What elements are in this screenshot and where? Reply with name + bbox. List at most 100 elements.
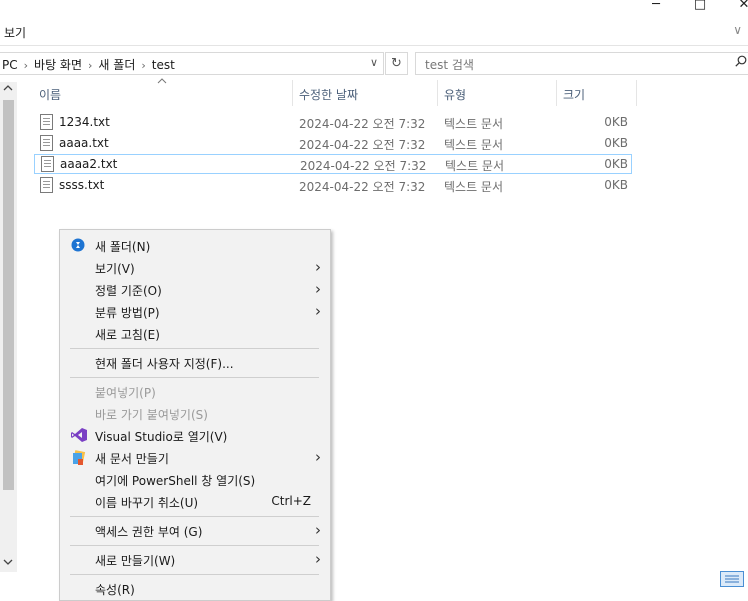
- breadcrumb-separator-icon[interactable]: ›: [88, 59, 92, 72]
- file-size: 0KB: [604, 136, 628, 150]
- file-modified: 2024-04-22 오전 7:32: [299, 180, 426, 194]
- column-divider[interactable]: [292, 80, 293, 106]
- text-file-icon: [40, 135, 53, 151]
- search-input[interactable]: test 검색: [415, 52, 748, 75]
- search-placeholder: test 검색: [425, 58, 474, 72]
- column-header-type[interactable]: 유형: [444, 86, 466, 103]
- menu-item-undo-rename[interactable]: 이름 바꾸기 취소(U) Ctrl+Z: [60, 490, 330, 512]
- column-header-size[interactable]: 크기: [563, 86, 585, 103]
- breadcrumb-pc[interactable]: PC: [2, 58, 18, 72]
- file-row[interactable]: 1234.txt 2024-04-22 오전 7:32 텍스트 문서 0KB: [34, 112, 632, 132]
- minimize-button[interactable]: ─: [649, 0, 663, 12]
- menu-item-open-powershell[interactable]: 여기에 PowerShell 창 열기(S): [60, 468, 330, 490]
- scroll-up-icon[interactable]: [3, 84, 13, 95]
- menu-label: 여기에 PowerShell 창 열기(S): [95, 474, 256, 488]
- new-document-icon: [71, 450, 86, 465]
- submenu-arrow-icon: ›: [315, 258, 321, 276]
- menu-divider: [70, 516, 319, 517]
- menu-item-give-access[interactable]: 액세스 권한 부여 (G) ›: [60, 519, 330, 541]
- menu-label: 붙여넣기(P): [95, 386, 156, 400]
- breadcrumb: PC › 바탕 화면 › 새 폴더 › test: [2, 56, 175, 73]
- file-type: 텍스트 문서: [445, 159, 505, 173]
- breadcrumb-new-folder[interactable]: 새 폴더: [98, 56, 135, 73]
- submenu-arrow-icon: ›: [315, 521, 321, 539]
- file-name: 1234.txt: [59, 115, 110, 129]
- text-file-icon: [41, 156, 54, 172]
- details-view-toggle-icon[interactable]: [720, 571, 744, 587]
- breadcrumb-separator-icon[interactable]: ›: [24, 59, 28, 72]
- maximize-button[interactable]: □: [693, 0, 707, 12]
- ribbon: 보기 ∨: [0, 18, 748, 46]
- file-name: aaaa2.txt: [60, 157, 118, 171]
- file-name: aaaa.txt: [59, 136, 109, 150]
- visual-studio-icon: [71, 428, 87, 442]
- submenu-arrow-icon: ›: [315, 302, 321, 320]
- file-size: 0KB: [604, 115, 628, 129]
- new-folder-icon: [71, 238, 85, 252]
- menu-item-customize-folder[interactable]: 현재 폴더 사용자 지정(F)...: [60, 351, 330, 373]
- breadcrumb-desktop[interactable]: 바탕 화면: [34, 56, 82, 73]
- menu-label: 새로 고침(E): [95, 328, 160, 342]
- file-type: 텍스트 문서: [444, 117, 504, 131]
- column-divider[interactable]: [556, 80, 557, 106]
- breadcrumb-test[interactable]: test: [152, 58, 175, 72]
- submenu-arrow-icon: ›: [315, 280, 321, 298]
- column-header-modified[interactable]: 수정한 날짜: [299, 86, 358, 103]
- menu-item-properties[interactable]: 속성(R): [60, 577, 330, 599]
- menu-label: 액세스 권한 부여 (G): [95, 525, 203, 539]
- column-header-name[interactable]: 이름: [39, 86, 61, 103]
- scrollbar-thumb[interactable]: [3, 100, 14, 490]
- file-type: 텍스트 문서: [444, 138, 504, 152]
- file-type: 텍스트 문서: [444, 180, 504, 194]
- close-button[interactable]: ✕: [737, 0, 748, 12]
- menu-divider: [70, 574, 319, 575]
- submenu-arrow-icon: ›: [315, 448, 321, 466]
- menu-shortcut: Ctrl+Z: [271, 494, 311, 508]
- refresh-icon[interactable]: ↻: [385, 52, 408, 75]
- menu-item-view[interactable]: 보기(V) ›: [60, 256, 330, 278]
- search-icon[interactable]: [735, 55, 747, 71]
- menu-label: 바로 가기 붙여넣기(S): [95, 408, 208, 422]
- address-dropdown-icon[interactable]: ∨: [370, 56, 378, 69]
- ribbon-tab-view[interactable]: 보기: [4, 24, 26, 41]
- menu-label: 새로 만들기(W): [95, 554, 176, 568]
- menu-divider: [70, 377, 319, 378]
- menu-label: 이름 바꾸기 취소(U): [95, 496, 199, 510]
- file-row[interactable]: ssss.txt 2024-04-22 오전 7:32 텍스트 문서 0KB: [34, 175, 632, 195]
- file-row-selected[interactable]: aaaa2.txt 2024-04-22 오전 7:32 텍스트 문서 0KB: [34, 154, 632, 174]
- breadcrumb-separator-icon[interactable]: ›: [141, 59, 145, 72]
- menu-label: 분류 방법(P): [95, 306, 160, 320]
- column-divider[interactable]: [437, 80, 438, 106]
- menu-item-group-by[interactable]: 분류 방법(P) ›: [60, 300, 330, 322]
- scroll-down-icon[interactable]: [3, 558, 13, 569]
- ribbon-expand-icon[interactable]: ∨: [733, 23, 742, 37]
- menu-label: 정렬 기준(O): [95, 284, 162, 298]
- menu-item-new-document[interactable]: 새 문서 만들기 ›: [60, 446, 330, 468]
- menu-item-paste: 붙여넣기(P): [60, 380, 330, 402]
- file-name: ssss.txt: [59, 178, 105, 192]
- context-menu: 새 폴더(N) 보기(V) › 정렬 기준(O) › 분류 방법(P) › 새로…: [59, 229, 331, 601]
- file-modified: 2024-04-22 오전 7:32: [299, 138, 426, 152]
- file-row[interactable]: aaaa.txt 2024-04-22 오전 7:32 텍스트 문서 0KB: [34, 133, 632, 153]
- text-file-icon: [40, 114, 53, 130]
- menu-label: Visual Studio로 열기(V): [95, 430, 228, 444]
- menu-label: 현재 폴더 사용자 지정(F)...: [95, 357, 234, 371]
- menu-item-new-folder[interactable]: 새 폴더(N): [60, 234, 330, 256]
- file-modified: 2024-04-22 오전 7:32: [300, 159, 427, 173]
- submenu-arrow-icon: ›: [315, 550, 321, 568]
- menu-item-refresh[interactable]: 새로 고침(E): [60, 322, 330, 344]
- file-size: 0KB: [604, 178, 628, 192]
- sort-ascending-icon: [157, 76, 167, 87]
- vertical-scrollbar[interactable]: [0, 82, 17, 572]
- menu-item-paste-shortcut: 바로 가기 붙여넣기(S): [60, 402, 330, 424]
- menu-item-sort-by[interactable]: 정렬 기준(O) ›: [60, 278, 330, 300]
- file-size: 0KB: [604, 157, 628, 171]
- menu-divider: [70, 545, 319, 546]
- menu-item-open-visual-studio[interactable]: Visual Studio로 열기(V): [60, 424, 330, 446]
- menu-label: 속성(R): [95, 583, 135, 597]
- address-bar[interactable]: PC › 바탕 화면 › 새 폴더 › test ∨: [0, 52, 384, 75]
- text-file-icon: [40, 177, 53, 193]
- menu-item-new[interactable]: 새로 만들기(W) ›: [60, 548, 330, 570]
- menu-label: 새 폴더(N): [95, 240, 151, 254]
- column-divider[interactable]: [636, 80, 637, 106]
